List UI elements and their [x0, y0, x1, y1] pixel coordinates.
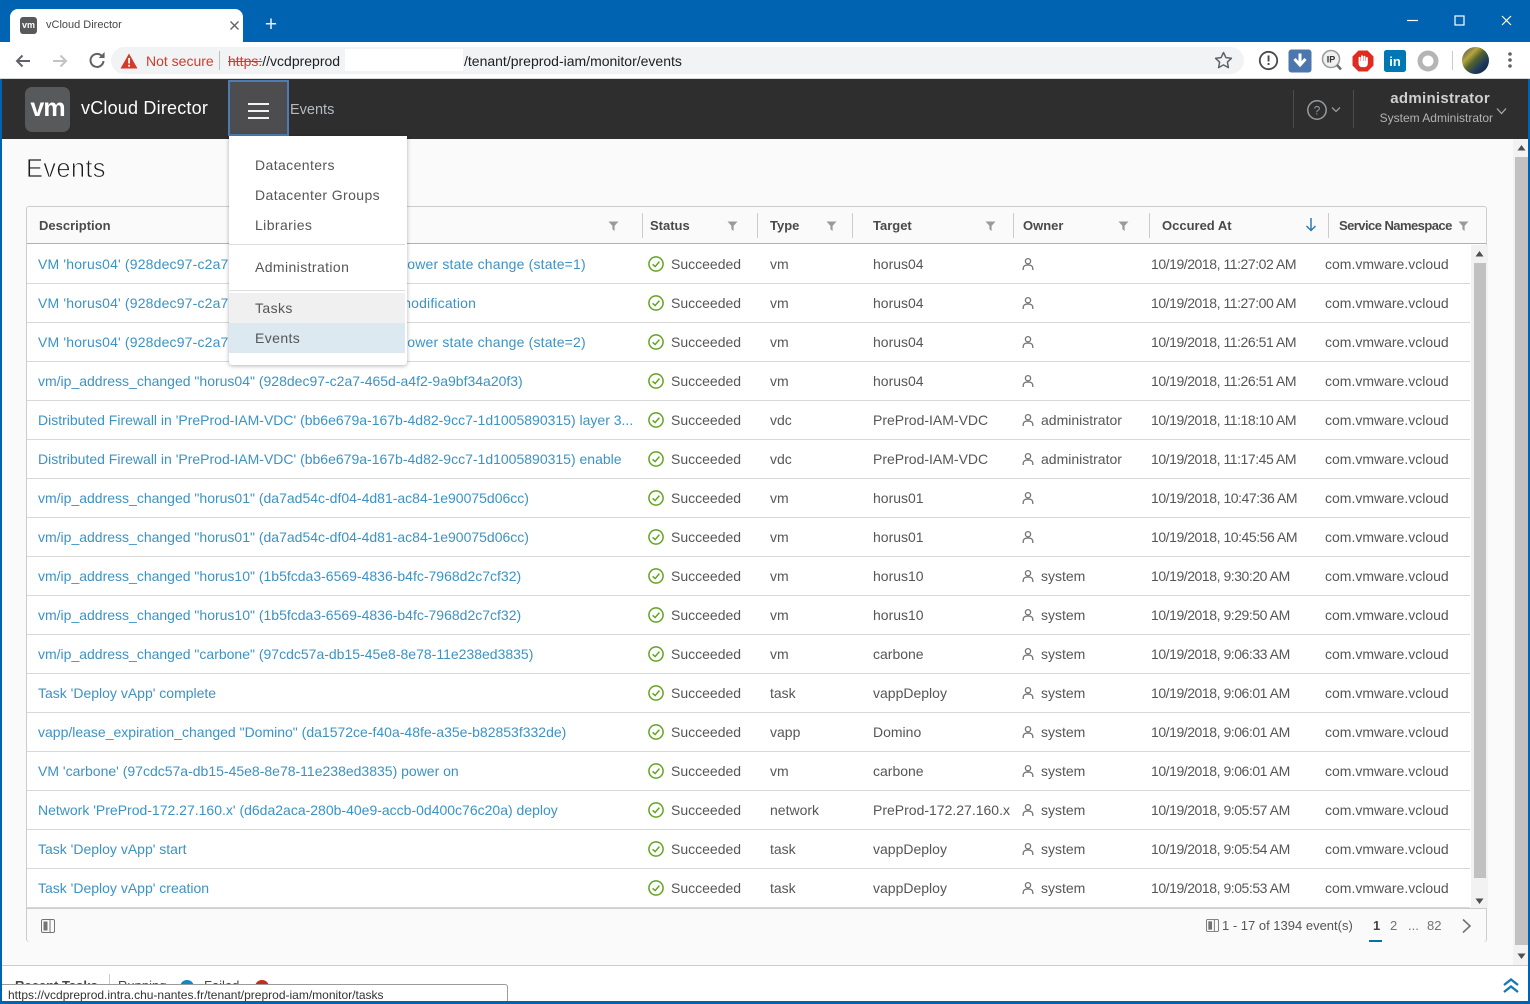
svg-text:in: in — [1389, 54, 1401, 69]
svg-text:?: ? — [1314, 104, 1321, 118]
svg-text:IP: IP — [1327, 55, 1336, 65]
